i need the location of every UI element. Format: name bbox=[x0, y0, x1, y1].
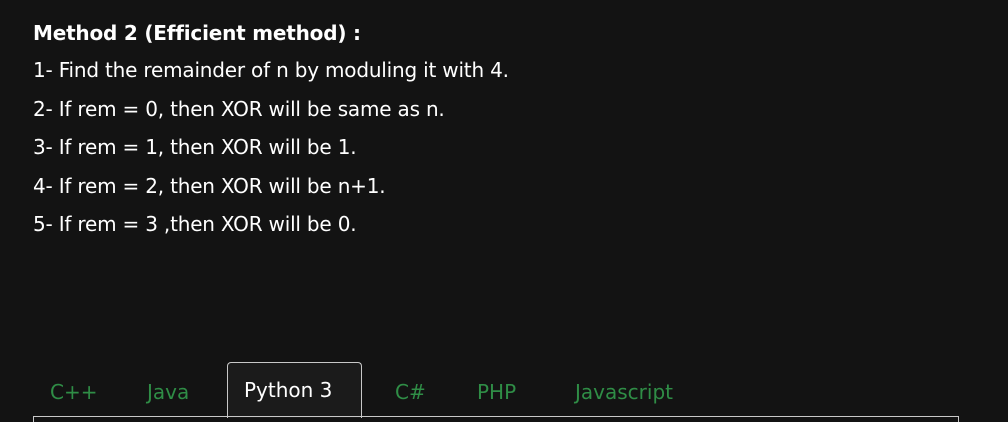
tab-csharp[interactable]: C# bbox=[362, 366, 444, 418]
method-heading: Method 2 (Efficient method) : bbox=[33, 21, 361, 45]
tab-php[interactable]: PHP bbox=[444, 366, 542, 418]
step-3: 3- If rem = 1, then XOR will be 1. bbox=[33, 135, 357, 159]
tab-javascript[interactable]: Javascript bbox=[542, 366, 690, 418]
steps-list: 1- Find the remainder of n by moduling i… bbox=[33, 55, 973, 248]
page: Method 2 (Efficient method) : 1- Find th… bbox=[0, 0, 1008, 422]
tab-cpp[interactable]: C++ bbox=[33, 366, 113, 418]
article-content: Method 2 (Efficient method) : 1- Find th… bbox=[33, 18, 973, 248]
tab-python3[interactable]: Python 3 bbox=[227, 362, 362, 418]
tab-row: C++ Java Python 3 C# PHP Javascript bbox=[33, 362, 959, 418]
step-5: 5- If rem = 3 ,then XOR will be 0. bbox=[33, 212, 357, 236]
step-2: 2- If rem = 0, then XOR will be same as … bbox=[33, 96, 445, 121]
step-4: 4- If rem = 2, then XOR will be n+1. bbox=[33, 173, 386, 198]
code-language-tabs: C++ Java Python 3 C# PHP Javascript bbox=[33, 362, 959, 422]
tab-java[interactable]: Java bbox=[113, 366, 227, 418]
step-1: 1- Find the remainder of n by moduling i… bbox=[33, 58, 509, 82]
code-panel bbox=[33, 416, 959, 422]
